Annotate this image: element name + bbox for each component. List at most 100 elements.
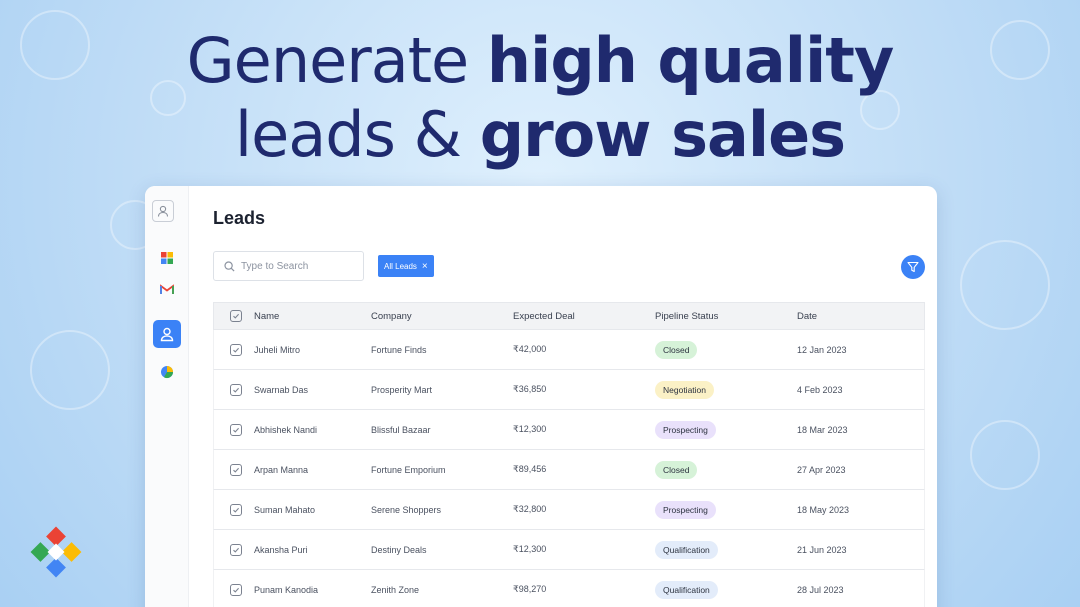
row-checkbox[interactable] xyxy=(230,423,242,436)
status-badge: Qualification xyxy=(655,540,718,559)
cell-date: 18 May 2023 xyxy=(797,504,850,515)
cell-date: 21 Jun 2023 xyxy=(797,544,847,555)
check-icon xyxy=(233,313,240,319)
table-row[interactable]: Akansha Puri Destiny Deals ₹12,300 Quali… xyxy=(213,530,925,570)
cell-expected-deal: ₹98,270 xyxy=(513,584,547,594)
cell-company: Destiny Deals xyxy=(371,544,427,555)
cell-name: Swarnab Das xyxy=(254,384,309,395)
table-row[interactable]: Juheli Mitro Fortune Finds ₹42,000 Close… xyxy=(213,330,925,370)
table-header: Name Company Expected Deal Pipeline Stat… xyxy=(213,302,925,330)
header-pipeline-status[interactable]: Pipeline Status xyxy=(655,311,797,322)
row-checkbox[interactable] xyxy=(230,383,242,396)
search-input[interactable] xyxy=(241,260,351,272)
row-checkbox-cell xyxy=(214,463,254,476)
close-icon[interactable]: × xyxy=(422,261,428,272)
search-box[interactable] xyxy=(213,251,364,281)
cell-company: Serene Shoppers xyxy=(371,504,442,515)
app-window: Leads All Leads × Name Company Expected … xyxy=(145,186,937,607)
table-row[interactable]: Suman Mahato Serene Shoppers ₹32,800 Pro… xyxy=(213,490,925,530)
check-icon xyxy=(233,587,240,593)
cell-date: 18 Mar 2023 xyxy=(797,424,848,435)
status-badge: Prospecting xyxy=(655,500,716,519)
cell-pipeline-status: Qualification xyxy=(655,580,797,599)
check-icon xyxy=(233,467,240,473)
page-title: Leads xyxy=(213,208,266,228)
cell-date: 28 Jul 2023 xyxy=(797,584,844,595)
cell-pipeline-status: Prospecting xyxy=(655,500,797,519)
check-icon xyxy=(233,507,240,513)
cell-name: Juheli Mitro xyxy=(254,344,301,355)
row-checkbox[interactable] xyxy=(230,343,242,356)
search-icon xyxy=(224,260,235,272)
filter-chip-all-leads[interactable]: All Leads × xyxy=(378,255,434,277)
row-checkbox-cell xyxy=(214,343,254,356)
leads-table: Name Company Expected Deal Pipeline Stat… xyxy=(213,302,925,607)
select-all-checkbox[interactable] xyxy=(230,310,242,322)
status-badge: Negotiation xyxy=(655,380,715,399)
cell-name: Abhishek Nandi xyxy=(254,424,318,435)
cell-expected-deal: ₹42,000 xyxy=(513,344,547,354)
row-checkbox-cell xyxy=(214,583,254,596)
row-checkbox[interactable] xyxy=(230,503,242,516)
table-row[interactable]: Swarnab Das Prosperity Mart ₹36,850 Nego… xyxy=(213,370,925,410)
row-checkbox-cell xyxy=(214,423,254,436)
sidebar xyxy=(145,186,189,607)
table-row[interactable]: Abhishek Nandi Blissful Bazaar ₹12,300 P… xyxy=(213,410,925,450)
cell-company: Zenith Zone xyxy=(371,584,420,595)
row-checkbox-cell xyxy=(214,503,254,516)
cell-pipeline-status: Closed xyxy=(655,460,797,479)
filter-icon xyxy=(907,261,919,273)
table-body: Juheli Mitro Fortune Finds ₹42,000 Close… xyxy=(213,330,925,607)
status-badge: Qualification xyxy=(655,580,718,599)
cell-date: 12 Jan 2023 xyxy=(797,344,847,355)
status-badge: Closed xyxy=(655,340,698,359)
cell-company: Fortune Emporium xyxy=(371,464,446,475)
cell-pipeline-status: Qualification xyxy=(655,540,797,559)
filter-chip-label: All Leads xyxy=(384,261,417,271)
headline: Generate high quality leads & grow sales xyxy=(0,24,1080,172)
table-row[interactable]: Punam Kanodia Zenith Zone ₹98,270 Qualif… xyxy=(213,570,925,607)
contacts-icon[interactable] xyxy=(153,320,181,348)
cell-pipeline-status: Negotiation xyxy=(655,380,797,399)
cell-name: Suman Mahato xyxy=(254,504,316,515)
cell-expected-deal: ₹32,800 xyxy=(513,504,547,514)
check-icon xyxy=(233,547,240,553)
status-badge: Prospecting xyxy=(655,420,716,439)
cell-expected-deal: ₹89,456 xyxy=(513,464,547,474)
header-company[interactable]: Company xyxy=(371,311,513,322)
filter-button[interactable] xyxy=(901,255,925,279)
cell-company: Fortune Finds xyxy=(371,344,427,355)
row-checkbox[interactable] xyxy=(230,583,242,596)
header-date[interactable]: Date xyxy=(797,311,917,322)
pie-chart-icon[interactable] xyxy=(153,358,181,386)
user-icon[interactable] xyxy=(152,200,174,222)
status-badge: Closed xyxy=(655,460,698,479)
check-icon xyxy=(233,347,240,353)
cell-date: 4 Feb 2023 xyxy=(797,384,843,395)
cell-company: Blissful Bazaar xyxy=(371,424,431,435)
headline-light-1: Generate xyxy=(186,24,487,97)
gmail-icon[interactable] xyxy=(153,275,181,303)
brand-logo xyxy=(30,526,82,578)
headline-bold-1: high quality xyxy=(486,24,894,97)
check-icon xyxy=(233,427,240,433)
header-checkbox-cell xyxy=(214,310,254,322)
cell-date: 27 Apr 2023 xyxy=(797,464,846,475)
headline-bold-2: grow sales xyxy=(479,98,846,171)
cell-expected-deal: ₹36,850 xyxy=(513,384,547,394)
headline-line-2: leads & grow sales xyxy=(0,98,1080,172)
check-icon xyxy=(233,387,240,393)
headline-light-2: leads & xyxy=(234,98,480,171)
cell-company: Prosperity Mart xyxy=(371,384,433,395)
cell-name: Akansha Puri xyxy=(254,544,308,555)
table-row[interactable]: Arpan Manna Fortune Emporium ₹89,456 Clo… xyxy=(213,450,925,490)
cell-name: Punam Kanodia xyxy=(254,584,319,595)
header-name[interactable]: Name xyxy=(254,311,371,322)
cell-pipeline-status: Closed xyxy=(655,340,797,359)
row-checkbox[interactable] xyxy=(230,463,242,476)
grid-apps-icon[interactable] xyxy=(153,244,181,272)
cell-expected-deal: ₹12,300 xyxy=(513,424,547,434)
header-expected-deal[interactable]: Expected Deal xyxy=(513,311,655,322)
cell-name: Arpan Manna xyxy=(254,464,309,475)
row-checkbox[interactable] xyxy=(230,543,242,556)
